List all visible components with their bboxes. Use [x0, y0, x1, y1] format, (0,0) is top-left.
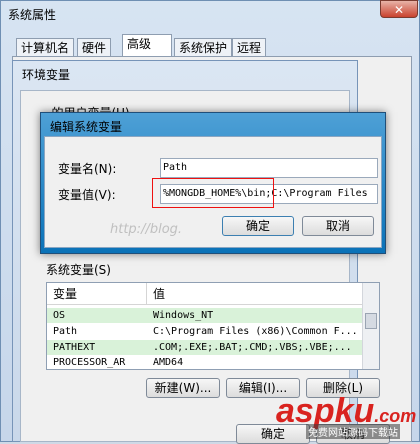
- highlight-box: [152, 178, 274, 208]
- variable-value-label: 变量值(V):: [58, 188, 116, 202]
- tab-hardware[interactable]: 硬件: [77, 38, 112, 56]
- edit-cancel-button[interactable]: 取消: [302, 216, 374, 236]
- cell-variable: PATHEXT: [53, 342, 96, 353]
- cell-variable: Path: [53, 326, 78, 337]
- env-window-title: 环境变量: [22, 68, 71, 82]
- table-row[interactable]: Path C:\Program Files (x86)\Common F...: [47, 324, 363, 339]
- cell-variable: PROCESSOR_AR: [53, 357, 126, 368]
- table-row[interactable]: PATHEXT .COM;.EXE;.BAT;.CMD;.VBS;.VBE;..…: [47, 340, 363, 355]
- tab-computer-name[interactable]: 计算机名: [16, 38, 75, 56]
- variable-name-input[interactable]: Path: [160, 158, 378, 178]
- scrollbar-thumb[interactable]: [365, 313, 377, 329]
- blog-watermark: http://blog.: [110, 222, 183, 237]
- column-header-variable[interactable]: 变量: [47, 283, 147, 305]
- cell-value: .COM;.EXE;.BAT;.CMD;.VBS;.VBE;...: [153, 342, 352, 353]
- tab-advanced[interactable]: 高级: [122, 34, 172, 58]
- edit-ok-button[interactable]: 确定: [222, 216, 294, 236]
- system-variables-table[interactable]: 变量 值 OS Windows_NT Path C:\Program Files…: [46, 282, 380, 370]
- cell-value: C:\Program Files (x86)\Common F...: [153, 326, 358, 337]
- cell-variable: OS: [53, 310, 66, 321]
- cell-value: Windows_NT: [153, 310, 214, 321]
- system-variables-label: 系统变量(S): [46, 263, 111, 277]
- window-title: 系统属性: [8, 8, 57, 22]
- logo-domain: .com: [374, 406, 417, 426]
- table-row[interactable]: PROCESSOR_AR AMD64: [47, 355, 363, 369]
- close-icon[interactable]: ✕: [380, 0, 418, 18]
- table-scrollbar[interactable]: [362, 283, 379, 369]
- variable-name-label: 变量名(N):: [58, 162, 117, 176]
- cell-value: AMD64: [153, 357, 184, 368]
- new-variable-button[interactable]: 新建(W)...: [146, 378, 220, 398]
- column-header-value[interactable]: 值: [147, 283, 363, 305]
- logo-subtitle: 免费网站源码下载站: [306, 424, 400, 439]
- tab-remote[interactable]: 远程: [232, 38, 267, 56]
- edit-dialog-title: 编辑系统变量: [50, 120, 123, 134]
- tab-system-protection[interactable]: 系统保护: [174, 38, 233, 56]
- table-row[interactable]: OS Windows_NT: [47, 308, 363, 323]
